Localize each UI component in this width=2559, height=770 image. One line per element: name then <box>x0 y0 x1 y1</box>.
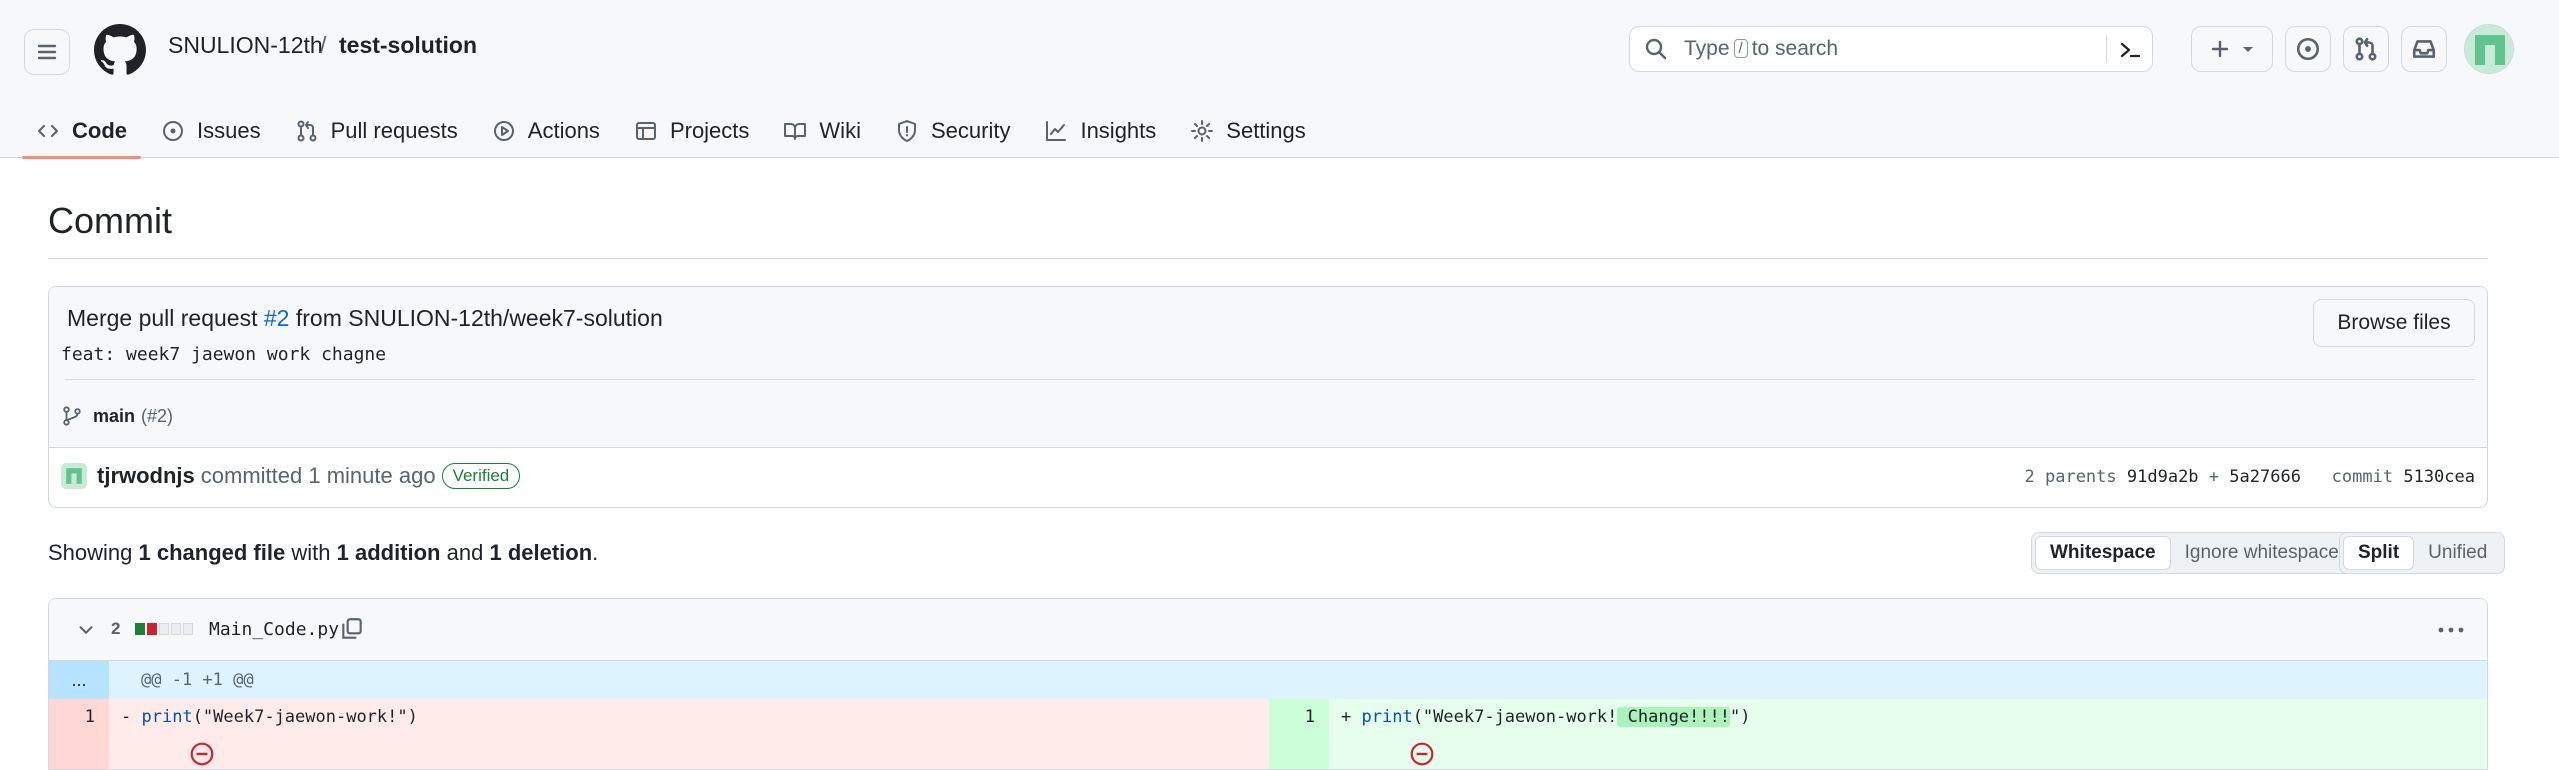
browse-files-button[interactable]: Browse files <box>2313 299 2475 347</box>
search-input[interactable]: Type / to search <box>1629 26 2153 72</box>
issue-opened-icon <box>2296 37 2320 61</box>
repo-name-link[interactable]: test-solution <box>339 32 477 59</box>
table-icon <box>635 122 656 140</box>
branch-info: main (#2) <box>61 405 173 427</box>
tab-insights[interactable]: Insights <box>1030 104 1170 158</box>
pr-link[interactable]: #2 <box>264 305 290 331</box>
tab-settings[interactable]: Settings <box>1176 104 1320 158</box>
commit-box: Merge pull request #2 from SNULION-12th/… <box>48 286 2488 508</box>
added-line-code: + print("Week7-jaewon-work! Change!!!!") <box>1341 707 1751 727</box>
unified-view-button[interactable]: Unified <box>2414 536 2501 570</box>
commit-author-line: tjrwodnjs committed 1 minute ago Verifie… <box>61 463 521 489</box>
commit-description: feat: week7 jaewon work chagne <box>61 344 387 365</box>
branch-pr-ref[interactable]: (#2) <box>141 406 173 427</box>
file-diff: 2 Main_Code.py ... @@ -1 +1 @@ 1 - print… <box>48 598 2488 770</box>
diffstat-blocks <box>135 623 193 635</box>
gear-icon <box>1191 120 1214 142</box>
commit-title: Merge pull request #2 from SNULION-12th/… <box>67 305 663 331</box>
issue-opened-icon <box>163 121 183 141</box>
tab-code[interactable]: Code <box>22 104 141 159</box>
git-branch-icon <box>63 406 81 426</box>
title-divider <box>48 258 2488 259</box>
diff-stats: Showing 1 changed file with 1 addition a… <box>48 540 599 565</box>
menu-button[interactable] <box>24 29 70 75</box>
hunk-row: ... @@ -1 +1 @@ <box>49 661 2487 699</box>
author-link[interactable]: tjrwodnjs <box>97 463 195 489</box>
pull-requests-button[interactable] <box>2343 26 2389 72</box>
file-change-count: 2 <box>111 619 121 638</box>
commit-sha: 5130cea <box>2403 467 2475 487</box>
committed-time: committed 1 minute ago <box>200 463 436 488</box>
file-name[interactable]: Main_Code.py <box>209 619 339 640</box>
parent-sha-2[interactable]: 5a27666 <box>2229 467 2301 487</box>
hunk-header: @@ -1 +1 @@ <box>141 670 254 690</box>
issues-button[interactable] <box>2285 26 2331 72</box>
expand-hunk-button[interactable]: ... <box>49 661 109 699</box>
git-pull-request-icon <box>297 120 317 142</box>
added-line: + print("Week7-jaewon-work! Change!!!!") <box>1329 699 2487 769</box>
play-icon <box>493 121 514 141</box>
identicon-icon <box>2475 35 2505 65</box>
left-line-number-cell[interactable]: 1 <box>49 699 109 769</box>
inbox-icon <box>2412 40 2436 58</box>
git-pull-request-icon <box>2355 37 2377 61</box>
whitespace-button[interactable]: Whitespace <box>2035 536 2171 570</box>
create-new-button[interactable] <box>2191 26 2273 72</box>
tab-pull-requests[interactable]: Pull requests <box>281 104 472 158</box>
inbox-button[interactable] <box>2401 26 2447 72</box>
split-view-button[interactable]: Split <box>2343 536 2415 570</box>
ignore-whitespace-button[interactable]: Ignore whitespace <box>2171 536 2353 570</box>
triangle-down-icon <box>2243 47 2253 52</box>
commit-parents: 2 parents 91d9a2b + 5a27666 commit 5130c… <box>2024 467 2475 487</box>
avatar[interactable] <box>2464 24 2514 74</box>
hamburger-icon <box>37 44 57 60</box>
branch-link[interactable]: main <box>93 406 135 427</box>
breadcrumb-separator: / <box>320 32 327 58</box>
repo-owner-link[interactable]: SNULION-12th <box>168 32 323 59</box>
tab-wiki[interactable]: Wiki <box>769 104 875 158</box>
command-palette-icon[interactable] <box>2118 38 2142 62</box>
book-icon <box>784 123 807 140</box>
page-title: Commit <box>48 200 172 241</box>
code-icon <box>38 125 58 137</box>
plus-icon <box>2211 40 2229 58</box>
whitespace-toggle: Whitespace Ignore whitespace <box>2031 532 2357 574</box>
added-word-highlight: Change!!!! <box>1617 707 1730 727</box>
global-header: SNULION-12th / test-solution Type / to sea… <box>0 0 2559 159</box>
no-entry-icon <box>1410 742 1434 766</box>
copy-icon[interactable] <box>339 616 365 642</box>
search-icon <box>1645 38 1667 60</box>
right-line-number-cell[interactable]: 1 <box>1269 699 1329 769</box>
tab-actions[interactable]: Actions <box>478 104 614 158</box>
parent-sha-1[interactable]: 91d9a2b <box>2127 467 2199 487</box>
diff-view-toggle: Split Unified <box>2339 532 2506 574</box>
no-entry-icon <box>190 742 214 766</box>
chevron-down-icon[interactable] <box>75 619 97 641</box>
kebab-horizontal-icon[interactable] <box>2437 618 2465 642</box>
verified-badge[interactable]: Verified <box>441 463 521 489</box>
deleted-line: - print("Week7-jaewon-work!") <box>109 699 1269 769</box>
deleted-line-code: - print("Week7-jaewon-work!") <box>121 707 418 727</box>
file-diff-header: 2 Main_Code.py <box>49 599 2487 661</box>
search-placeholder: Type / to search <box>1684 37 1839 60</box>
github-logo-icon[interactable] <box>94 24 146 76</box>
graph-icon <box>1046 121 1067 141</box>
author-avatar[interactable] <box>61 463 87 489</box>
tab-security[interactable]: Security <box>881 104 1024 158</box>
identicon-icon <box>66 468 82 484</box>
tab-issues[interactable]: Issues <box>147 104 275 158</box>
search-shortcut-key: / <box>1733 39 1748 58</box>
shield-icon <box>897 120 916 142</box>
repo-nav-tabs: Code Issues Pull requests Actions Projects Wi… <box>22 104 1326 159</box>
tab-projects[interactable]: Projects <box>620 104 763 158</box>
